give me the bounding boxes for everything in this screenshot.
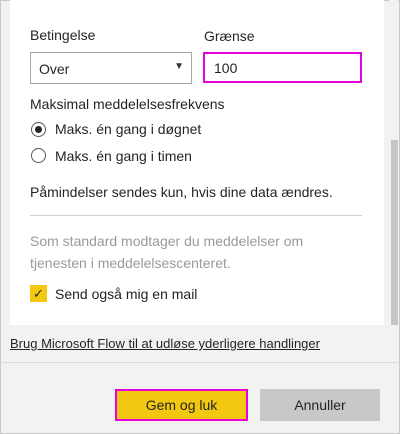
- radio-hourly[interactable]: [31, 148, 46, 163]
- footer-divider: [0, 362, 400, 363]
- checkmark-icon: ✓: [33, 286, 44, 301]
- notice-line-1: Som standard modtager du meddelelser om: [30, 233, 304, 249]
- chevron-down-icon: ▼: [174, 61, 184, 72]
- condition-label: Betingelse: [30, 27, 96, 43]
- radio-daily-label[interactable]: Maks. én gang i døgnet: [55, 121, 201, 137]
- limit-input[interactable]: 100: [203, 52, 362, 83]
- save-close-button[interactable]: Gem og luk: [115, 389, 248, 421]
- limit-label: Grænse: [204, 28, 255, 44]
- email-checkbox-label[interactable]: Send også mig en mail: [55, 286, 197, 302]
- radio-hourly-label[interactable]: Maks. én gang i timen: [55, 148, 192, 164]
- radio-daily[interactable]: [31, 122, 46, 137]
- email-checkbox[interactable]: ✓: [30, 285, 47, 302]
- reminder-text: Påmindelser sendes kun, hvis dine data æ…: [30, 184, 333, 200]
- limit-value: 100: [214, 60, 238, 76]
- notice-line-2: tjenesten i meddelelsescenteret.: [30, 255, 231, 271]
- cancel-button[interactable]: Annuller: [260, 389, 380, 421]
- divider: [30, 215, 362, 216]
- condition-value: Over: [39, 61, 70, 77]
- condition-select[interactable]: Over ▼: [30, 52, 192, 84]
- scrollbar-thumb[interactable]: [391, 140, 398, 325]
- frequency-label: Maksimal meddelelsesfrekvens: [30, 96, 225, 112]
- microsoft-flow-link[interactable]: Brug Microsoft Flow til at udløse yderli…: [10, 336, 320, 351]
